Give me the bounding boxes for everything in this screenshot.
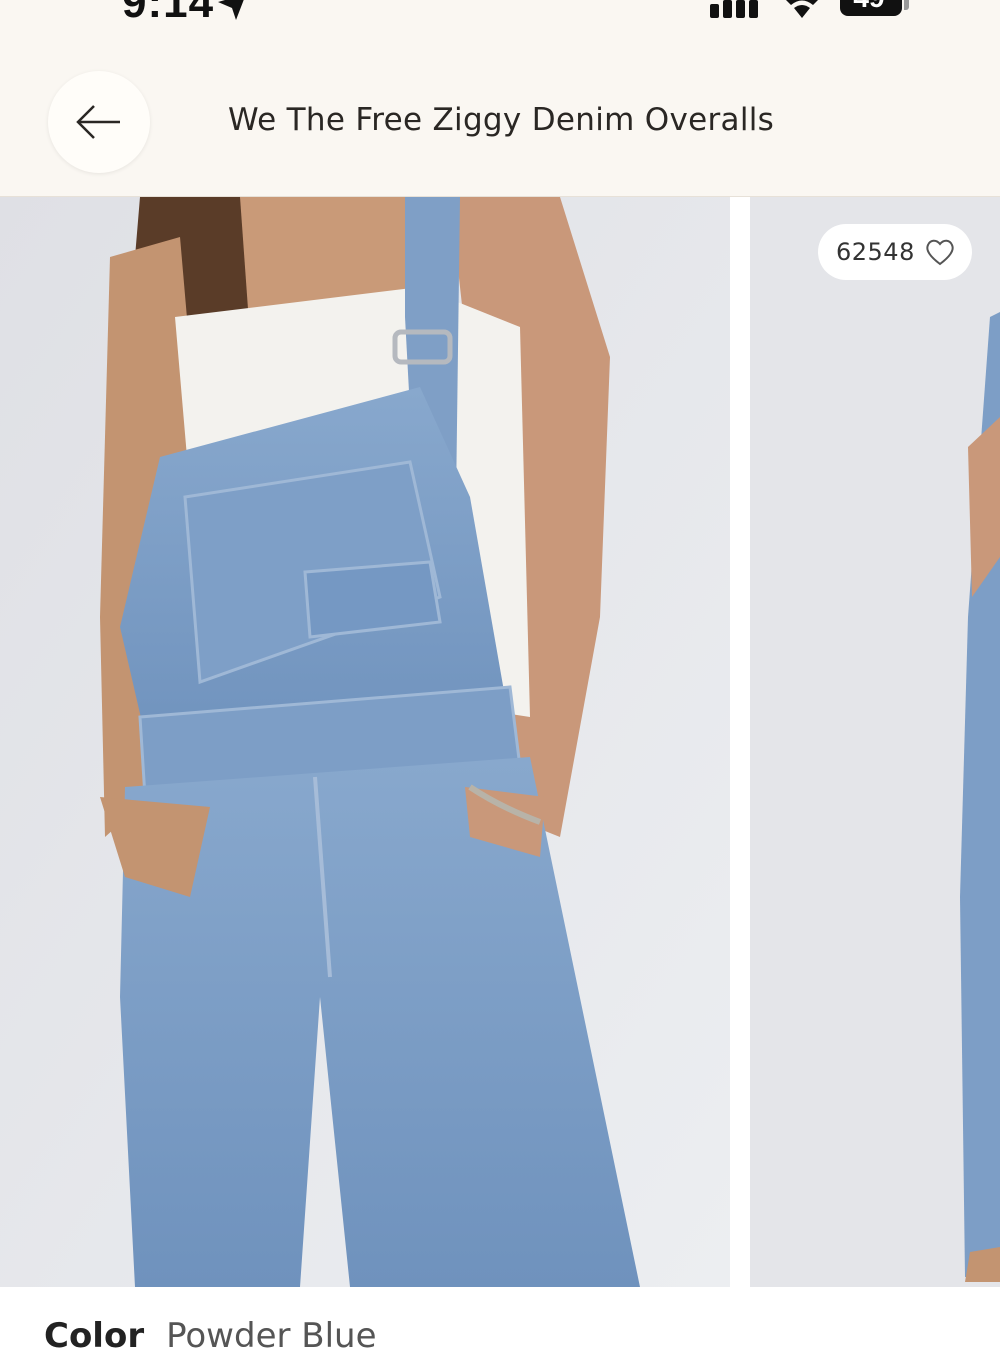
product-photo-overalls-alt bbox=[750, 197, 1000, 1287]
battery-icon: 49 bbox=[840, 0, 902, 16]
color-label: Color bbox=[44, 1316, 145, 1356]
arrow-left-icon bbox=[76, 105, 120, 139]
cellular-signal-icon bbox=[710, 0, 758, 18]
product-image-gallery[interactable] bbox=[0, 197, 1000, 1287]
battery-cap bbox=[904, 0, 909, 10]
product-image-main[interactable] bbox=[0, 197, 730, 1287]
wifi-icon bbox=[786, 0, 818, 18]
page-header: We The Free Ziggy Denim Overalls bbox=[0, 30, 1000, 197]
like-count: 62548 bbox=[836, 238, 915, 266]
page-title: We The Free Ziggy Denim Overalls bbox=[228, 102, 775, 138]
status-bar: 9:14 49 bbox=[0, 0, 1000, 30]
like-button[interactable]: 62548 bbox=[818, 224, 972, 280]
location-arrow-icon bbox=[218, 0, 244, 20]
status-time: 9:14 bbox=[122, 0, 215, 27]
heart-outline-icon bbox=[926, 239, 954, 266]
back-button[interactable] bbox=[48, 71, 150, 173]
product-image-secondary[interactable] bbox=[750, 197, 1000, 1287]
color-selector-label: Color Powder Blue bbox=[44, 1316, 377, 1356]
battery-level: 49 bbox=[840, 0, 898, 14]
color-value: Powder Blue bbox=[166, 1316, 377, 1356]
product-photo-overalls bbox=[0, 197, 730, 1287]
